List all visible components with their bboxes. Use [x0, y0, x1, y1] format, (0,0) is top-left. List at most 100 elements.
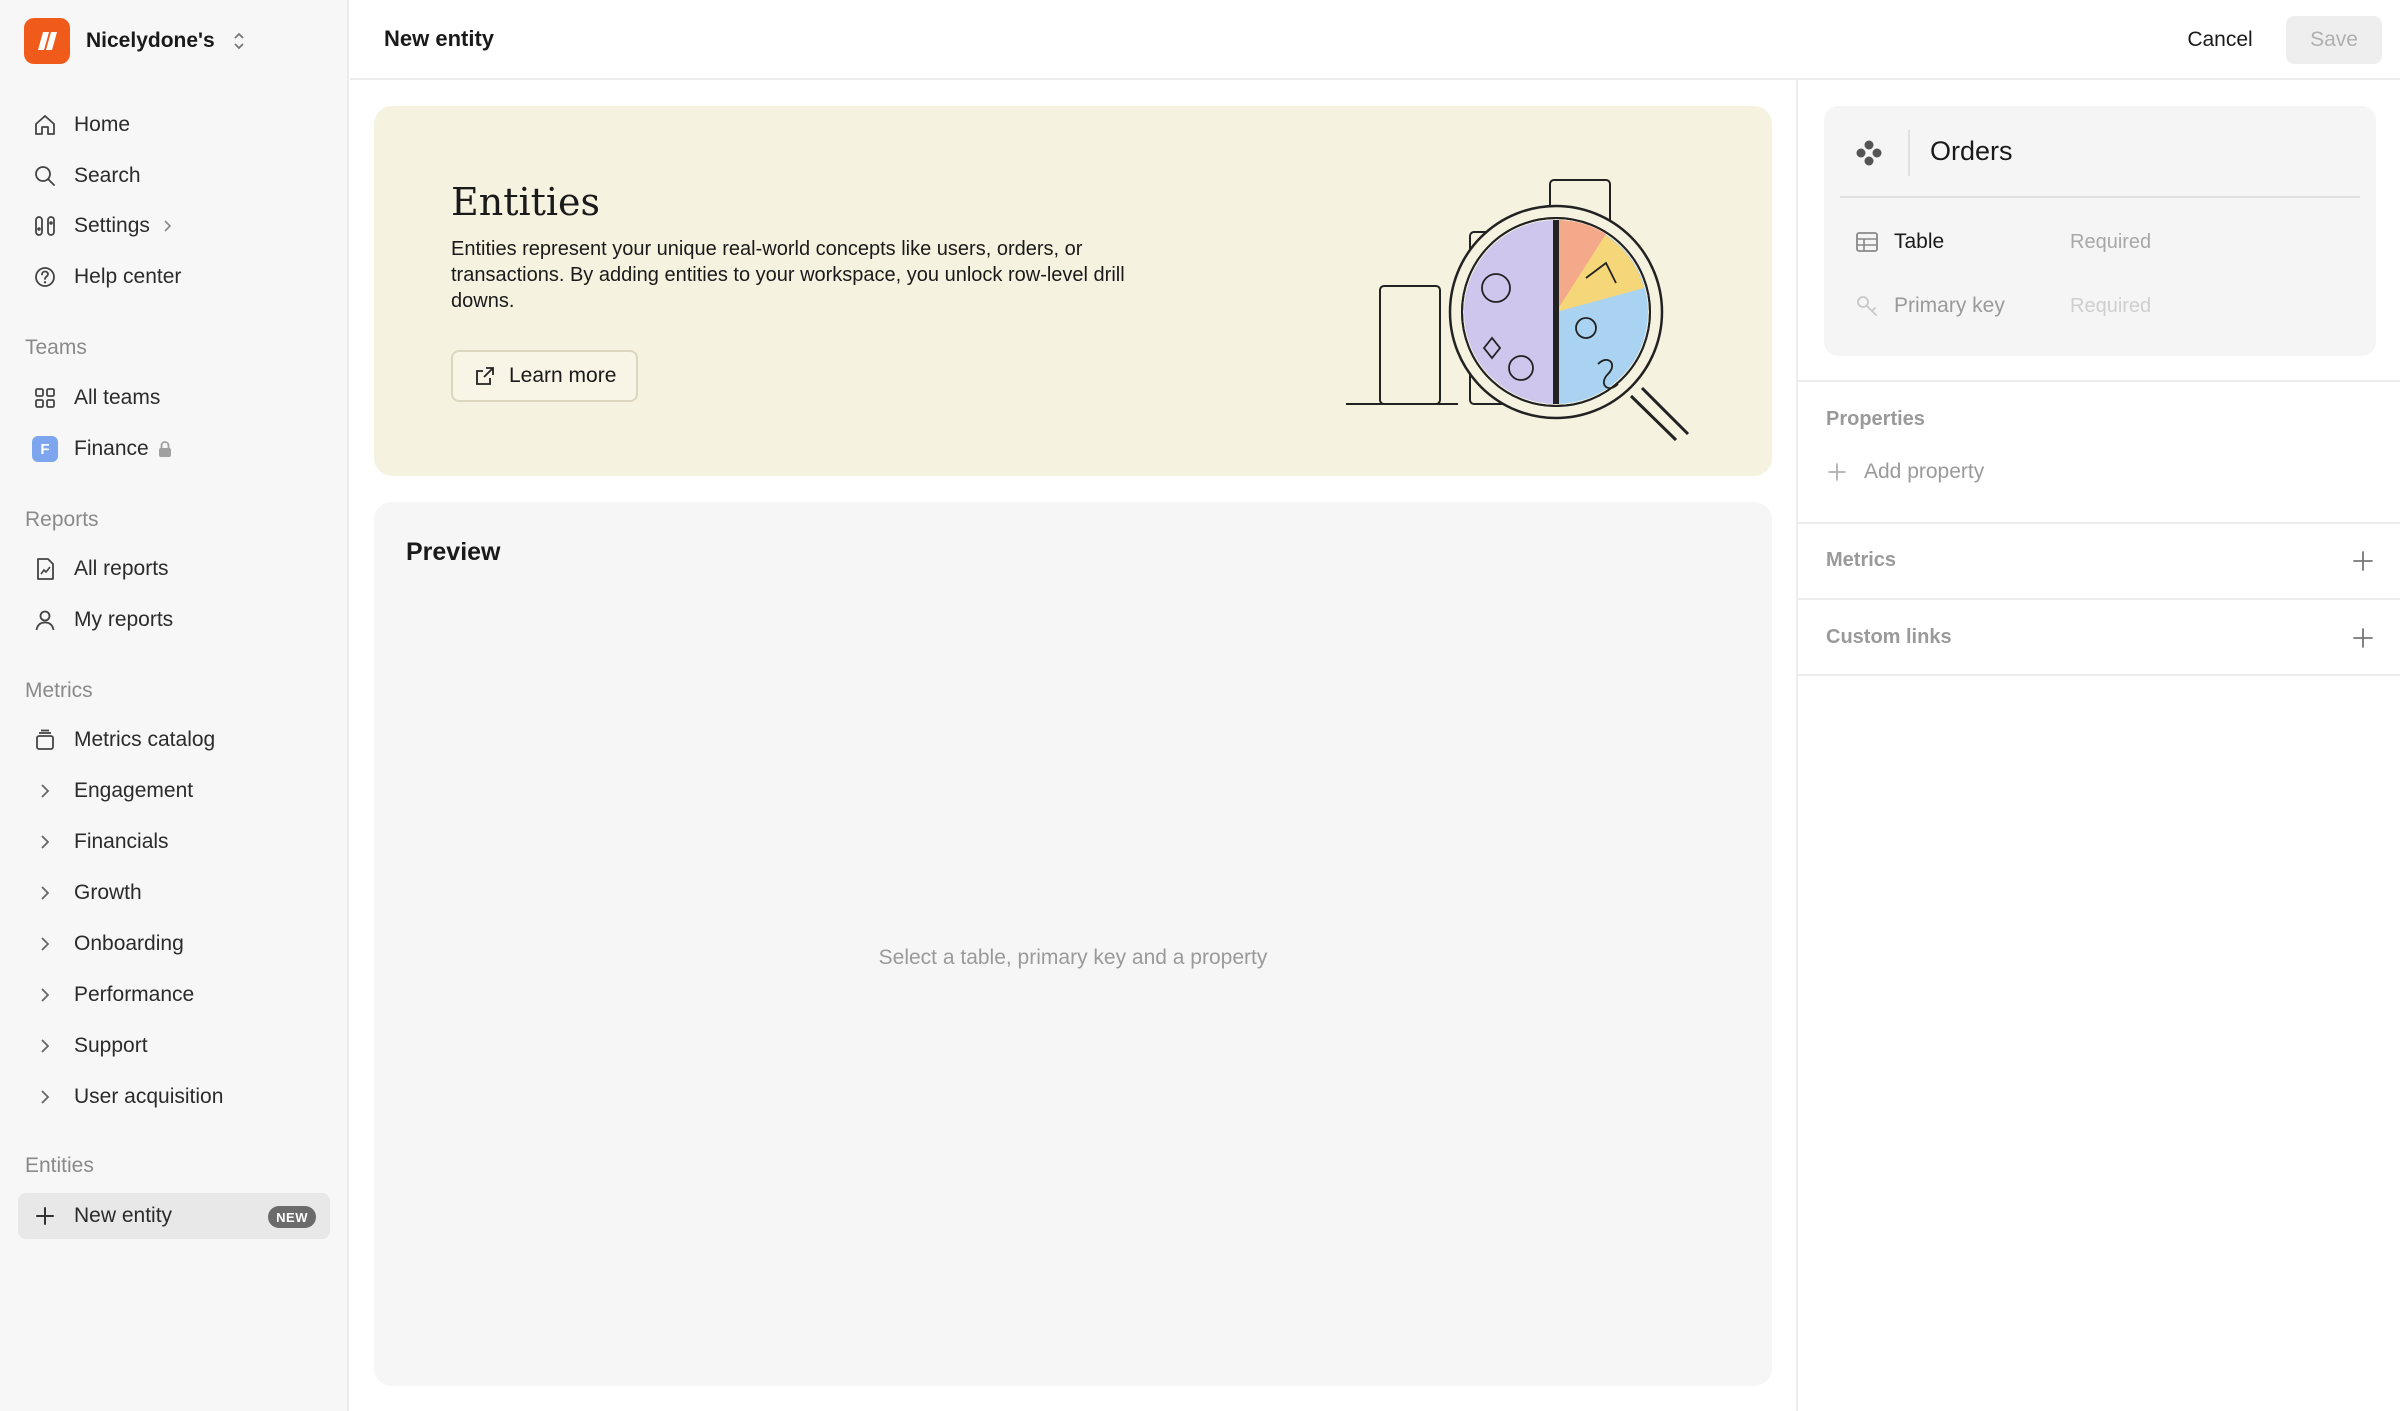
nav-home-label: Home: [74, 113, 131, 136]
chevron-right-icon: [32, 778, 58, 804]
nav-all-reports[interactable]: All reports: [18, 546, 330, 592]
table-field-label: Table: [1894, 230, 1945, 253]
user-icon: [32, 607, 58, 633]
key-icon: [1857, 296, 1877, 316]
section-entities-label: Entities: [25, 1154, 94, 1177]
lock-icon: [158, 441, 171, 457]
metrics-title: Metrics: [1826, 549, 1897, 571]
preview-empty-state: Select a table, primary key and a proper…: [878, 946, 1268, 969]
add-metric-plus-icon[interactable]: [2350, 548, 2376, 574]
metric-group-label: Support: [74, 1034, 148, 1057]
nav-metric-group-growth[interactable]: Growth: [18, 870, 330, 916]
primary-key-field[interactable]: Primary key Required: [1854, 286, 2354, 326]
custom-links-title: Custom links: [1826, 626, 1952, 648]
search-icon: [32, 163, 58, 189]
banner-title: Entities: [451, 180, 601, 224]
properties-section: Properties Add property: [1798, 380, 2400, 522]
settings-sliders-icon: [32, 213, 58, 239]
plus-icon: [1828, 463, 1846, 481]
external-link-icon: [476, 367, 494, 385]
entity-icon[interactable]: [1854, 138, 1884, 168]
nav-settings-label: Settings: [74, 214, 150, 237]
entities-intro-banner: Entities Entities represent your unique …: [374, 106, 1772, 476]
table-field-value: Required: [2070, 230, 2152, 253]
help-icon: [32, 264, 58, 290]
nav-metric-group-user-acquisition[interactable]: User acquisition: [18, 1074, 330, 1120]
sidebar: Nicelydone's Home Search Settings Help c…: [0, 0, 349, 1411]
learn-more-label: Learn more: [509, 364, 617, 387]
nav-my-reports-label: My reports: [74, 608, 174, 631]
section-teams-label: Teams: [25, 336, 87, 359]
nav-new-entity-label: New entity: [74, 1204, 173, 1227]
add-property-button[interactable]: Add property: [1826, 460, 1984, 484]
finance-team-avatar: F: [32, 436, 58, 462]
chevron-right-icon: [32, 982, 58, 1008]
metric-group-label: Financials: [74, 830, 169, 853]
section-metrics-label: Metrics: [25, 679, 93, 702]
chevron-right-icon: [32, 931, 58, 957]
metric-group-label: Performance: [74, 983, 195, 1006]
nav-metric-group-performance[interactable]: Performance: [18, 972, 330, 1018]
entity-name-input[interactable]: Orders: [1930, 136, 2013, 167]
workspace-name: Nicelydone's: [86, 29, 215, 52]
catalog-icon: [32, 727, 58, 753]
plus-icon: [32, 1203, 58, 1229]
primary-key-value: Required: [2070, 294, 2152, 317]
nav-settings[interactable]: Settings: [18, 203, 330, 249]
workspace-logo-icon: [24, 18, 70, 64]
table-icon: [1856, 232, 1878, 252]
nav-all-teams-label: All teams: [74, 386, 161, 409]
primary-key-label: Primary key: [1894, 294, 2005, 317]
nav-all-reports-label: All reports: [74, 557, 169, 580]
nav-metric-group-onboarding[interactable]: Onboarding: [18, 921, 330, 967]
learn-more-button[interactable]: Learn more: [451, 350, 639, 402]
chevron-right-icon: [32, 829, 58, 855]
nav-home[interactable]: Home: [18, 102, 330, 148]
divider: [1840, 196, 2360, 198]
entity-card-header: Orders: [1824, 106, 2376, 196]
entity-config-panel: Orders Table Required Primary key Requir…: [1796, 80, 2400, 1411]
divider: [1908, 130, 1910, 176]
magnifier-illustration-icon: [1346, 179, 1690, 442]
nav-metric-group-financials[interactable]: Financials: [18, 819, 330, 865]
nav-team-finance[interactable]: F Finance: [18, 426, 330, 472]
nav-metrics-catalog[interactable]: Metrics catalog: [18, 717, 330, 763]
workspace-switcher[interactable]: Nicelydone's: [24, 18, 247, 64]
page-title: New entity: [384, 26, 495, 51]
section-reports-label: Reports: [25, 508, 99, 531]
chevron-right-icon: [164, 220, 172, 232]
chevron-right-icon: [32, 1033, 58, 1059]
nav-metric-group-support[interactable]: Support: [18, 1023, 330, 1069]
add-custom-link-plus-icon[interactable]: [2350, 625, 2376, 651]
nav-all-teams[interactable]: All teams: [18, 375, 330, 421]
properties-title: Properties: [1826, 408, 1925, 430]
nav-finance-label: Finance: [74, 437, 149, 460]
nav-help-label: Help center: [74, 265, 182, 288]
nav-search-label: Search: [74, 164, 141, 187]
entity-card: Orders Table Required Primary key Requir…: [1824, 106, 2376, 356]
metric-group-label: Growth: [74, 881, 142, 904]
chevron-updown-icon: [234, 32, 244, 50]
new-badge: NEW: [268, 1206, 316, 1228]
grid-icon: [32, 385, 58, 411]
nav-help-center[interactable]: Help center: [18, 254, 330, 300]
chevron-right-icon: [32, 1084, 58, 1110]
metrics-section: Metrics: [1798, 522, 2400, 598]
banner-description: Entities represent your unique real-worl…: [451, 238, 1125, 312]
nav-new-entity[interactable]: New entity NEW: [18, 1193, 330, 1239]
nav-my-reports[interactable]: My reports: [18, 597, 330, 643]
home-icon: [32, 112, 58, 138]
add-property-label: Add property: [1864, 460, 1985, 483]
nav-metrics-catalog-label: Metrics catalog: [74, 728, 216, 751]
nav-metric-group-engagement[interactable]: Engagement: [18, 768, 330, 814]
nav-search[interactable]: Search: [18, 153, 330, 199]
metric-group-label: Onboarding: [74, 932, 184, 955]
preview-panel: Preview Select a table, primary key and …: [374, 502, 1772, 1386]
report-icon: [32, 556, 58, 582]
chevron-right-icon: [32, 880, 58, 906]
cancel-button[interactable]: Cancel: [2180, 16, 2260, 64]
preview-title: Preview: [406, 538, 501, 566]
metric-group-label: User acquisition: [74, 1085, 224, 1108]
save-button[interactable]: Save: [2286, 16, 2382, 64]
table-field[interactable]: Table Required: [1854, 222, 2354, 262]
